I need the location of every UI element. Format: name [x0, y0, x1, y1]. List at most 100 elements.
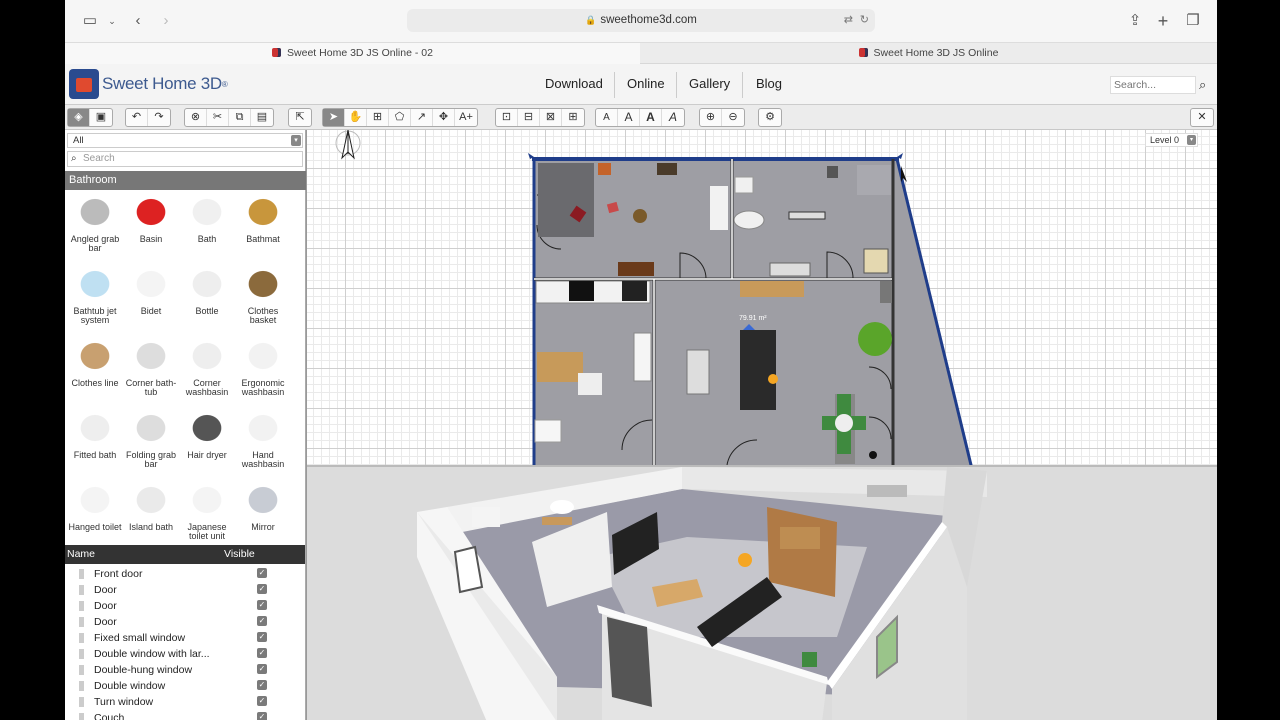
logo[interactable]: Sweet Home 3D ® [69, 68, 228, 100]
furniture-row[interactable]: Couch ✓ [65, 710, 305, 720]
level-select[interactable]: Level 0 ▾ [1145, 133, 1198, 147]
search-icon[interactable]: ⌕ [1199, 77, 1206, 93]
catalog-item[interactable]: Bathtub jet system [67, 264, 123, 336]
visible-checkbox[interactable]: ✓ [257, 680, 267, 690]
catalog-item[interactable]: Clothes basket [235, 264, 291, 336]
create-walls-icon[interactable]: ⊞ [367, 109, 389, 126]
furniture-row[interactable]: Fixed small window ✓ [65, 630, 305, 646]
furniture-row[interactable]: Front door ✓ [65, 566, 305, 582]
plan-3d-icon[interactable]: ▣ [90, 109, 112, 126]
cut-icon[interactable]: ✂ [207, 109, 229, 126]
catalog-item[interactable]: Mirror [235, 480, 291, 545]
visible-checkbox[interactable]: ✓ [257, 712, 267, 720]
nav-online[interactable]: Online [627, 76, 665, 91]
catalog-item[interactable]: Japanese toilet unit [179, 480, 235, 545]
nav-download[interactable]: Download [545, 76, 603, 91]
catalog-item[interactable]: Hanged toilet [67, 480, 123, 545]
bold-text-icon[interactable]: A [640, 109, 662, 126]
chevron-down-icon[interactable]: ⌄ [102, 11, 122, 31]
visible-checkbox[interactable]: ✓ [257, 696, 267, 706]
catalog-item[interactable]: Folding grab bar [123, 408, 179, 480]
tabs-overview-icon[interactable]: ❐ [1183, 11, 1203, 31]
furniture-type-icon [79, 633, 84, 643]
new-tab-icon[interactable]: + [1153, 11, 1173, 31]
copy-icon[interactable]: ⧉ [229, 109, 251, 126]
furniture-row[interactable]: Double-hung window ✓ [65, 662, 305, 678]
delete-icon[interactable]: ⊗ [185, 109, 207, 126]
visible-checkbox[interactable]: ✓ [257, 600, 267, 610]
visible-checkbox[interactable]: ✓ [257, 648, 267, 658]
column-visible-header[interactable]: Visible [224, 545, 255, 564]
catalog-item[interactable]: Angled grab bar [67, 192, 123, 264]
italic-text-icon[interactable]: A [662, 109, 684, 126]
pan-icon[interactable]: ✋ [345, 109, 367, 126]
visible-checkbox[interactable]: ✓ [257, 664, 267, 674]
column-name-header[interactable]: Name [67, 545, 95, 564]
category-select[interactable]: All ▾ [67, 133, 303, 148]
catalog-search-input[interactable]: ⌕ Search [67, 151, 303, 167]
ungroup-icon[interactable]: ⊟ [518, 109, 540, 126]
catalog-item[interactable]: Bottle [179, 264, 235, 336]
group-icon[interactable]: ⊡ [496, 109, 518, 126]
visible-checkbox[interactable]: ✓ [257, 568, 267, 578]
layers-icon[interactable]: ◈ [68, 109, 90, 126]
zoom-in-icon[interactable]: ⊕ [700, 109, 722, 126]
catalog-item[interactable]: Basin [123, 192, 179, 264]
catalog-item[interactable]: Hair dryer [179, 408, 235, 480]
reload-icon[interactable]: ↻ [860, 9, 869, 32]
catalog-item[interactable]: Ergonomic washbasin [235, 336, 291, 408]
plan-view[interactable]: 79.91 m² Level 0 ▾ [307, 130, 1217, 465]
share-icon[interactable]: ⇪ [1125, 11, 1145, 31]
visible-checkbox[interactable]: ✓ [257, 616, 267, 626]
furniture-row[interactable]: Double window ✓ [65, 678, 305, 694]
catalog-item[interactable]: Bath [179, 192, 235, 264]
distribute-icon[interactable]: ⊞ [562, 109, 584, 126]
increase-text-icon[interactable]: A [618, 109, 640, 126]
translate-icon[interactable]: ⇄ [844, 9, 853, 32]
mode-group: ➤ ✋ ⊞ ⬠ ↗ ✥ A+ [322, 108, 478, 127]
catalog-item[interactable]: Clothes line [67, 336, 123, 408]
nav-gallery[interactable]: Gallery [689, 76, 730, 91]
furniture-type-icon [79, 697, 84, 707]
create-dimensions-icon[interactable]: ✥ [433, 109, 455, 126]
tab-2[interactable]: Sweet Home 3D JS Online [640, 43, 1217, 64]
furniture-type-icon [79, 713, 84, 720]
catalog-item[interactable]: Island bath [123, 480, 179, 545]
site-search-input[interactable] [1110, 76, 1196, 94]
select-icon[interactable]: ➤ [323, 109, 345, 126]
back-icon[interactable]: ‹ [128, 11, 148, 31]
add-text-icon[interactable]: A+ [455, 109, 477, 126]
furniture-row[interactable]: Door ✓ [65, 598, 305, 614]
catalog-item[interactable]: Fitted bath [67, 408, 123, 480]
visible-checkbox[interactable]: ✓ [257, 632, 267, 642]
catalog-item-label: Island bath [128, 522, 174, 532]
furniture-row[interactable]: Door ✓ [65, 582, 305, 598]
tab-1[interactable]: Sweet Home 3D JS Online - 02 [65, 43, 640, 64]
align-icon[interactable]: ⊠ [540, 109, 562, 126]
address-bar[interactable]: 🔒 sweethome3d.com ⇄ ↻ [407, 9, 875, 32]
catalog-item[interactable]: Corner washbasin [179, 336, 235, 408]
add-furniture-icon[interactable]: ⇱ [289, 109, 311, 126]
catalog-item[interactable]: Bathmat [235, 192, 291, 264]
furniture-row[interactable]: Double window with lar... ✓ [65, 646, 305, 662]
decrease-text-icon[interactable]: A [596, 109, 618, 126]
visible-checkbox[interactable]: ✓ [257, 584, 267, 594]
paste-icon[interactable]: ▤ [251, 109, 273, 126]
redo-icon[interactable]: ↷ [148, 109, 170, 126]
catalog-item[interactable]: Hand washbasin [235, 408, 291, 480]
zoom-out-icon[interactable]: ⊖ [722, 109, 744, 126]
catalog-item[interactable]: Corner bath-tub [123, 336, 179, 408]
forward-icon[interactable]: › [156, 11, 176, 31]
create-polylines-icon[interactable]: ↗ [411, 109, 433, 126]
furniture-row[interactable]: Door ✓ [65, 614, 305, 630]
plan-drawing: 79.91 m² [335, 130, 973, 465]
3d-view[interactable] [307, 465, 1217, 720]
nav-blog[interactable]: Blog [756, 76, 782, 91]
catalog-item[interactable]: Bidet [123, 264, 179, 336]
preferences-icon[interactable]: ✕ [1191, 109, 1213, 126]
undo-icon[interactable]: ↶ [126, 109, 148, 126]
furniture-row[interactable]: Turn window ✓ [65, 694, 305, 710]
import-furniture-icon[interactable]: ⚙ [759, 109, 781, 126]
sidebar-icon[interactable]: ▭ [80, 11, 100, 31]
create-rooms-icon[interactable]: ⬠ [389, 109, 411, 126]
